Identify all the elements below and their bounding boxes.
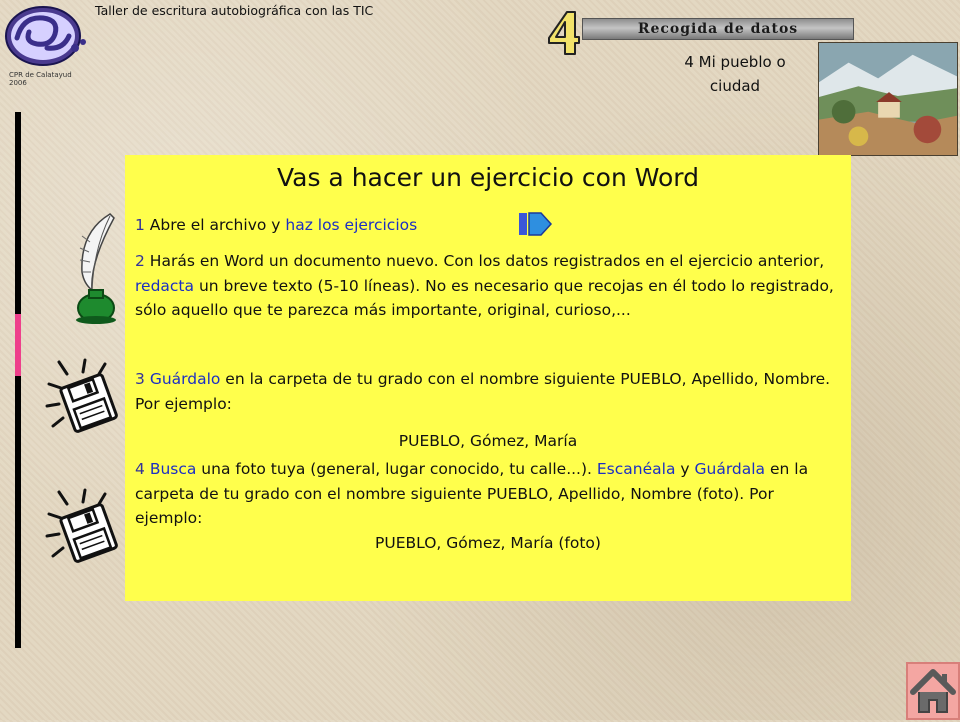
next-arrow-icon[interactable] [517, 207, 553, 241]
panel-title: Vas a hacer un ejercicio con Word [276, 163, 700, 192]
step-3: 3 Guárdalo en la carpeta de tu grado con… [135, 367, 841, 416]
lesson-title-line1: 4 Mi pueblo o [684, 53, 786, 71]
lesson-title-line2: ciudad [709, 77, 761, 95]
step-2-number: 2 [135, 252, 145, 270]
step-1: 1 Abre el archivo y haz los ejercicios [135, 213, 841, 238]
org-name: CPR de Calatayud [9, 71, 72, 79]
organization-label: CPR de Calatayud 2006 [9, 71, 72, 87]
redacta-link[interactable]: redacta [135, 277, 194, 295]
step-3-text: en la carpeta de tu grado con el nombre … [135, 370, 831, 413]
step-2: 2 Harás en Word un documento nuevo. Con … [135, 249, 841, 323]
step-2-text-a: Harás en Word un documento nuevo. Con lo… [144, 252, 825, 270]
floppy-disk-icon [45, 358, 118, 433]
step-2-text-b: un breve texto (5-10 líneas). No es nece… [135, 276, 834, 320]
course-title: Taller de escritura autobiográfica con l… [95, 3, 374, 18]
cpr-logo-icon[interactable] [3, 2, 89, 68]
section-number-graphic: 4 [548, 11, 580, 55]
org-year: 2006 [9, 79, 27, 87]
lesson-title: 4 Mi pueblo o ciudad [660, 50, 810, 98]
save-link[interactable]: Guárdalo [150, 370, 221, 388]
quill-inkwell-icon [76, 213, 116, 324]
scan-link[interactable]: Escanéala [597, 460, 676, 478]
section-banner: Recogida de datos [582, 18, 854, 40]
save-photo-link[interactable]: Guárdala [694, 460, 765, 478]
step-4-text-a: una foto tuya (general, lugar conocido, … [196, 460, 597, 478]
landscape-painting-image [818, 42, 958, 156]
step-1-number: 1 [135, 216, 145, 234]
home-icon [910, 669, 956, 713]
step-4-number: 4 [135, 460, 145, 478]
search-photo-link[interactable]: Busca [150, 460, 197, 478]
home-button[interactable] [906, 662, 960, 720]
floppy-disk-icon [45, 488, 118, 563]
vertical-divider [15, 112, 21, 648]
step-4: 4 Busca una foto tuya (general, lugar co… [135, 457, 841, 531]
step-3-example: PUEBLO, Gómez, María [398, 432, 578, 450]
step-1-text: Abre el archivo y [144, 216, 286, 234]
open-exercises-link[interactable]: haz los ejercicios [285, 216, 417, 234]
step-4-example: PUEBLO, Gómez, María (foto) [375, 534, 601, 552]
step-3-number: 3 [135, 370, 145, 388]
step-4-text-b: y [675, 460, 695, 478]
progress-marker [15, 314, 21, 376]
instructions-panel: Vas a hacer un ejercicio con Word 1 Abre… [125, 155, 851, 601]
